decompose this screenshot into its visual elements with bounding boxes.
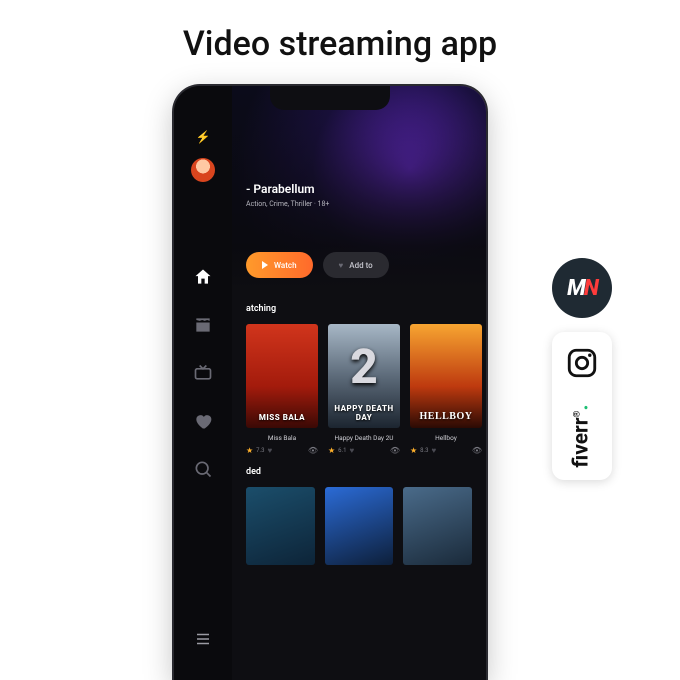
poster-big-number: 2 (328, 338, 400, 395)
card-meta: ★8.3 ♥ 👁 (410, 446, 482, 455)
page-title: Video streaming app (0, 24, 680, 64)
poster-label: HAPPY DEATH DAY (328, 404, 400, 422)
recommended-row[interactable] (246, 487, 472, 565)
eye-icon: 👁 (390, 446, 400, 455)
poster: 2 HAPPY DEATH DAY (328, 324, 400, 428)
watch-label: Watch (274, 261, 297, 270)
add-label: Add to (349, 261, 372, 270)
poster[interactable] (246, 487, 315, 565)
bolt-icon: ⚡ (196, 130, 211, 144)
poster: HELLBOY (410, 324, 482, 428)
movie-card[interactable]: HELLBOY Hellboy ★8.3 ♥ 👁 (410, 324, 482, 455)
poster-label: HELLBOY (410, 411, 482, 422)
hero-banner[interactable]: - Parabellum Action, Crime, Thriller · 1… (232, 86, 486, 292)
fiverr-dot-icon: . (570, 404, 594, 410)
mn-n: N (584, 276, 597, 301)
avatar[interactable] (191, 158, 215, 182)
eye-icon: 👁 (472, 446, 482, 455)
section-watching: atching MISS BALA Miss Bala ★7.3♥ 👁 (232, 292, 486, 455)
poster-label: MISS BALA (246, 413, 318, 422)
poster: MISS BALA (246, 324, 318, 428)
card-meta: ★7.3 ♥ 👁 (246, 446, 318, 455)
nav-search[interactable] (192, 458, 214, 480)
star-icon: ★ (410, 446, 417, 455)
hero-title: - Parabellum (246, 182, 472, 196)
heart-icon[interactable]: ♥ (268, 446, 273, 455)
eye-icon: 👁 (308, 446, 318, 455)
watch-button[interactable]: Watch (246, 252, 313, 278)
hero-actions: Watch ♥ Add to (246, 252, 389, 278)
heart-icon[interactable]: ♥ (432, 446, 437, 455)
section-recommended-title: ded (246, 467, 472, 477)
promo-badges: MN fiverr®. (552, 258, 612, 480)
nav-favorites[interactable] (192, 410, 214, 432)
movie-card[interactable]: MISS BALA Miss Bala ★7.3 ♥ 👁 (246, 324, 318, 455)
card-meta: ★6.1 ♥ 👁 (328, 446, 400, 455)
mn-m: M (567, 276, 584, 301)
menu-icon[interactable] (194, 630, 212, 652)
star-icon: ★ (328, 446, 335, 455)
star-icon: ★ (246, 446, 253, 455)
nav-movies[interactable] (192, 314, 214, 336)
mn-logo[interactable]: MN (552, 258, 612, 318)
fiverr-text: fiverr (570, 418, 594, 468)
card-title: Hellboy (410, 434, 482, 442)
poster[interactable] (403, 487, 472, 565)
rating: 8.3 (420, 447, 428, 454)
app-sidebar: ⚡ (174, 86, 232, 680)
poster[interactable] (325, 487, 394, 565)
instagram-icon[interactable] (565, 346, 599, 384)
registered-icon: ® (573, 410, 583, 417)
nav-home[interactable] (192, 266, 214, 288)
card-title: Happy Death Day 2U (328, 434, 400, 442)
movie-card[interactable]: 2 HAPPY DEATH DAY Happy Death Day 2U ★6.… (328, 324, 400, 455)
section-recommended: ded (232, 455, 486, 565)
social-card: fiverr®. (552, 332, 612, 480)
rating: 7.3 (256, 447, 264, 454)
add-to-button[interactable]: ♥ Add to (323, 252, 389, 278)
fiverr-logo[interactable]: fiverr®. (570, 404, 594, 467)
app-content: - Parabellum Action, Crime, Thriller · 1… (232, 86, 486, 680)
nav-tv[interactable] (192, 362, 214, 384)
nav (192, 266, 214, 480)
play-icon (262, 261, 268, 269)
card-title: Miss Bala (246, 434, 318, 442)
heart-icon[interactable]: ♥ (350, 446, 355, 455)
phone-notch (270, 86, 390, 110)
hero-meta: Action, Crime, Thriller · 18+ (246, 200, 472, 208)
section-watching-title: atching (246, 304, 472, 314)
heart-icon: ♥ (339, 261, 344, 270)
phone-mockup: ⚡ - Parabellum Action, Cr (174, 86, 486, 680)
watching-row[interactable]: MISS BALA Miss Bala ★7.3♥ 👁 2 HAPPY DEAT… (246, 324, 472, 455)
rating: 6.1 (338, 447, 346, 454)
